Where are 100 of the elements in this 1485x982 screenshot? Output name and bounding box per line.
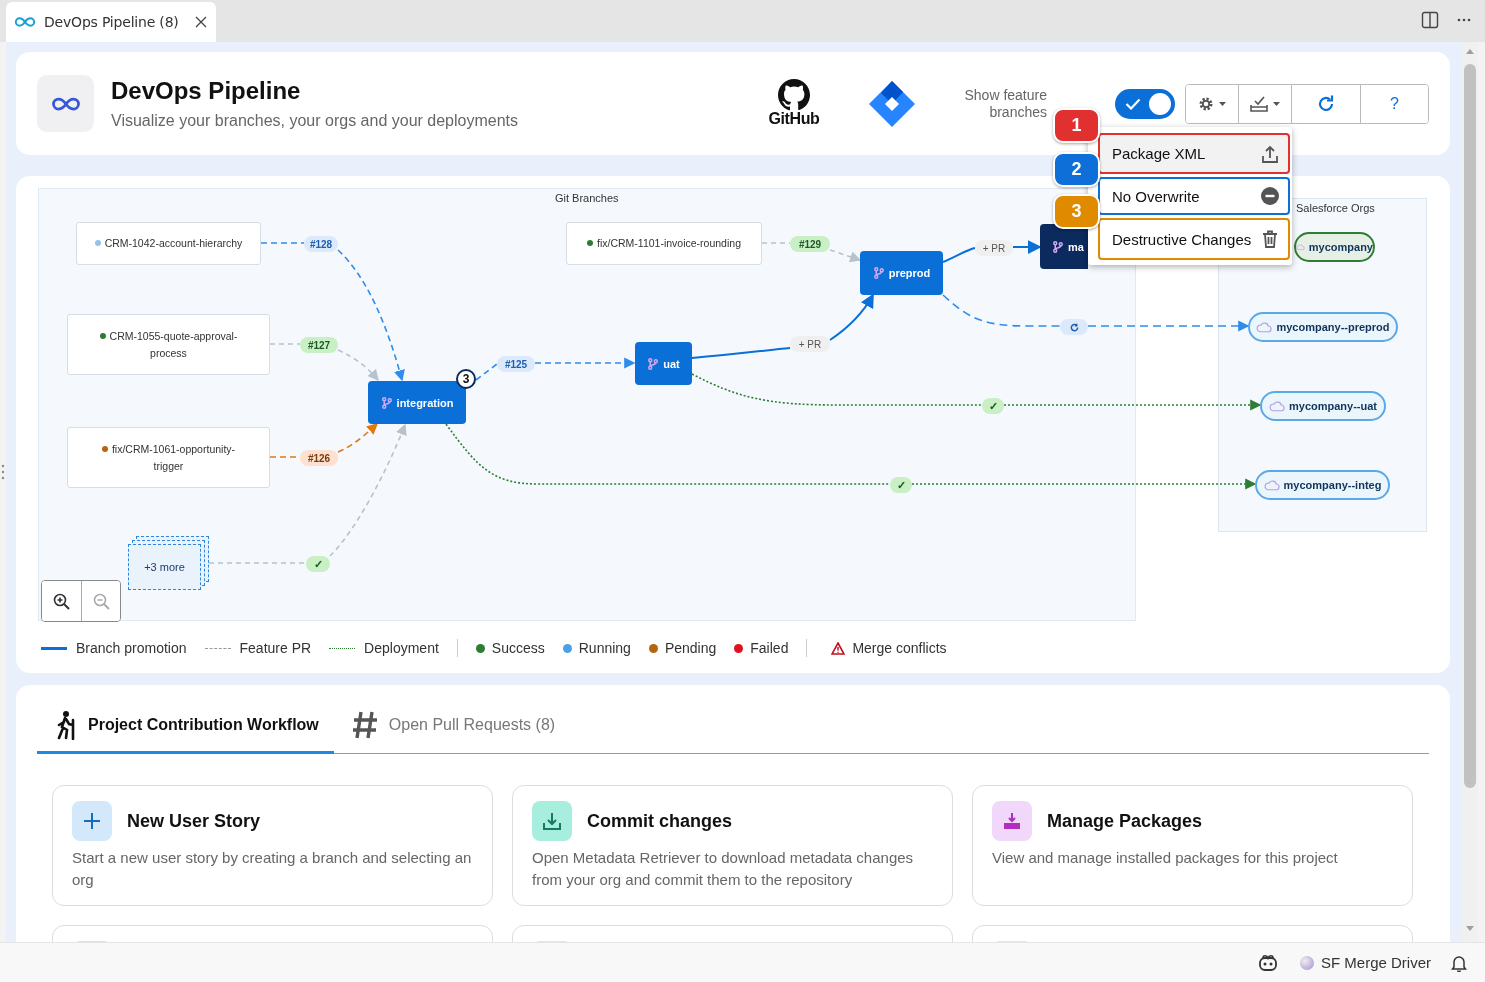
legend-label: Merge conflicts bbox=[852, 640, 947, 656]
pr-badge[interactable]: + PR bbox=[790, 336, 830, 352]
check-badge: ✓ bbox=[306, 556, 330, 572]
gear-icon bbox=[1198, 95, 1214, 112]
feature-branches-toggle[interactable] bbox=[1115, 88, 1175, 119]
grip-icon bbox=[1, 464, 5, 480]
branch-card[interactable]: CRM-1055-quote-approval-process bbox=[67, 314, 270, 375]
page-title: DevOps Pipeline bbox=[111, 77, 302, 105]
github-logo[interactable]: GitHub bbox=[764, 79, 824, 128]
panel-tab[interactable]: Project Contribution Workflow bbox=[37, 699, 334, 754]
step-badge: 2 bbox=[1053, 152, 1100, 187]
card-title: Commit changes bbox=[587, 810, 733, 832]
cloud-icon bbox=[1263, 479, 1280, 491]
panel-title: Git Branches bbox=[555, 192, 619, 204]
branch-name: CRM-1042-account-hierarchy bbox=[94, 235, 243, 252]
copilot-icon bbox=[1257, 953, 1278, 972]
branch-name: CRM-1055-quote-approval-process bbox=[92, 327, 245, 362]
org-node[interactable]: mycompany--preprod bbox=[1248, 312, 1398, 342]
cloud-icon bbox=[1269, 400, 1285, 412]
scroll-down-icon bbox=[1466, 926, 1474, 931]
pr-badge[interactable]: #125 bbox=[497, 356, 535, 372]
cloud-icon bbox=[1296, 241, 1305, 253]
legend-label: Deployment bbox=[364, 640, 439, 656]
legend-label: Feature PR bbox=[239, 640, 312, 656]
bell-icon bbox=[1451, 953, 1467, 972]
minus-circle-icon bbox=[1260, 186, 1280, 206]
plus-icon bbox=[82, 811, 102, 831]
branch-card[interactable]: CRM-1042-account-hierarchy bbox=[76, 222, 261, 265]
pr-badge[interactable]: + PR bbox=[975, 240, 1013, 256]
split-editor-icon bbox=[1421, 11, 1439, 29]
connector-line bbox=[1012, 240, 1042, 254]
branch-node[interactable]: uat bbox=[635, 342, 692, 385]
check-icon bbox=[1125, 97, 1141, 110]
caret-icon bbox=[1273, 101, 1280, 106]
more-branches-stack[interactable]: +3 more bbox=[128, 544, 201, 590]
toggle-label: Show feature branches bbox=[963, 86, 1047, 121]
connector-line bbox=[829, 293, 874, 341]
branch-node[interactable]: preprod bbox=[860, 251, 943, 295]
refresh-icon bbox=[1069, 322, 1079, 332]
package-icon bbox=[1002, 811, 1022, 831]
hash-icon bbox=[350, 710, 379, 740]
action-card[interactable]: Manage Packages View and manage installed packages for this project bbox=[972, 785, 1413, 906]
step-badge: 3 bbox=[1053, 194, 1100, 229]
org-node[interactable]: mycompany--integ bbox=[1255, 470, 1390, 500]
panel-tab[interactable]: Open Pull Requests (8) bbox=[333, 699, 571, 754]
branch-icon bbox=[872, 266, 885, 280]
branch-icon bbox=[647, 356, 660, 371]
menu-item[interactable]: No Overwrite bbox=[1098, 177, 1290, 215]
pr-badge[interactable]: #128 bbox=[304, 236, 338, 252]
infinity-icon bbox=[14, 15, 36, 29]
action-card[interactable]: Commit changes Open Metadata Retriever to download metadata changes from your org and commit them to the repository bbox=[512, 785, 953, 906]
card-title: Manage Packages bbox=[1047, 810, 1203, 832]
legend-label: Branch promotion bbox=[76, 640, 187, 656]
branch-name: fix/CRM-1101-invoice-rounding bbox=[587, 235, 741, 252]
caret-icon bbox=[1219, 101, 1226, 106]
check-badge: ✓ bbox=[982, 398, 1004, 414]
menu-item[interactable]: Destructive Changes bbox=[1098, 218, 1290, 260]
connector-line bbox=[761, 242, 791, 244]
branch-node[interactable]: ma bbox=[1040, 224, 1088, 269]
org-node[interactable]: mycompany bbox=[1294, 232, 1375, 262]
trash-icon bbox=[1260, 229, 1280, 249]
org-node[interactable]: mycompany--uat bbox=[1260, 391, 1386, 421]
close-icon bbox=[194, 16, 207, 28]
help-button[interactable]: ? bbox=[1360, 84, 1428, 123]
card-description: Open Metadata Retriever to download metadata changes from your org and commit them to the repository bbox=[532, 848, 915, 890]
branch-icon bbox=[380, 395, 393, 410]
connector-line bbox=[475, 363, 498, 381]
refresh-icon bbox=[1317, 94, 1335, 113]
connector-line bbox=[829, 249, 862, 263]
connector-line bbox=[260, 242, 305, 244]
branch-name: fix/CRM-1061-opportunity-trigger bbox=[92, 440, 245, 475]
card-description: Start a new user story by creating a branch and selecting an org bbox=[72, 848, 473, 890]
upload-icon bbox=[1260, 143, 1280, 164]
legend-label: Success bbox=[491, 640, 545, 656]
menu-item[interactable]: Package XML bbox=[1098, 133, 1290, 174]
scroll-up-icon bbox=[1466, 49, 1474, 54]
legend-label: Running bbox=[578, 640, 631, 656]
page-subtitle: Visualize your branches, your orgs and your deployments bbox=[111, 112, 519, 130]
branch-card[interactable]: fix/CRM-1101-invoice-rounding bbox=[566, 222, 762, 265]
scrollbar-thumb[interactable] bbox=[1464, 64, 1476, 788]
pr-badge[interactable]: #126 bbox=[300, 450, 338, 466]
action-card[interactable]: New User Story Start a new user story by creating a branch and selecting an org bbox=[52, 785, 493, 906]
pr-badge[interactable]: #127 bbox=[300, 337, 338, 353]
download-icon bbox=[542, 811, 562, 831]
step-badge: 1 bbox=[1053, 108, 1100, 143]
tray-check-icon bbox=[1250, 95, 1268, 112]
zoom-out-icon bbox=[92, 592, 110, 610]
extension-status[interactable]: SF Merge Driver bbox=[1299, 954, 1431, 971]
panel-title: Salesforce Orgs bbox=[1296, 202, 1375, 214]
branch-card[interactable]: fix/CRM-1061-opportunity-trigger bbox=[67, 427, 270, 488]
octocat-icon bbox=[777, 79, 811, 111]
connector-line bbox=[269, 343, 301, 345]
zoom-in-icon bbox=[53, 592, 70, 610]
cloud-icon bbox=[1256, 321, 1273, 333]
branch-icon bbox=[1052, 239, 1064, 254]
card-title: New User Story bbox=[127, 810, 261, 832]
diamond-logo-icon bbox=[867, 78, 917, 129]
legend-label: Pending bbox=[664, 640, 717, 656]
pr-badge[interactable]: #129 bbox=[790, 236, 830, 252]
legend-label: Failed bbox=[750, 640, 789, 656]
